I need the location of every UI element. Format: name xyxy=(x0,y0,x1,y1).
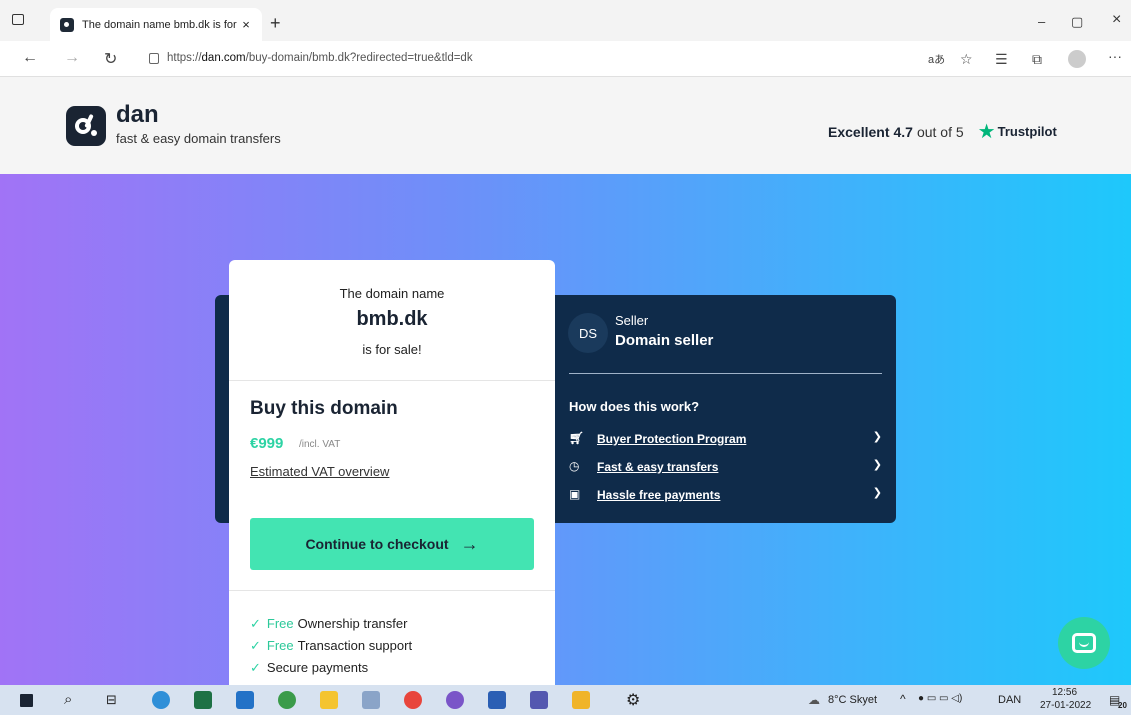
how-item-payments[interactable]: ▣ Hassle free payments ❯ xyxy=(569,487,882,505)
chevron-down-icon[interactable]: ❯ xyxy=(873,486,882,499)
more-menu-icon[interactable]: ··· xyxy=(1108,48,1122,64)
minimize-button[interactable]: – xyxy=(1038,14,1045,29)
site-header: dan fast & easy domain transfers Excelle… xyxy=(0,77,1131,174)
refresh-icon[interactable]: ↻ xyxy=(104,49,117,69)
checkout-label: Continue to checkout xyxy=(305,536,449,552)
divider xyxy=(229,380,555,381)
add-favorite-icon[interactable]: ☆ xyxy=(960,51,973,68)
settings-gear-icon[interactable]: ⚙ xyxy=(626,690,640,710)
chevron-down-icon[interactable]: ❯ xyxy=(873,458,882,471)
how-item-label[interactable]: Buyer Protection Program xyxy=(597,432,746,446)
search-icon[interactable]: ⌕ xyxy=(64,691,72,708)
seller-avatar: DS xyxy=(568,313,608,353)
windows-start-icon[interactable] xyxy=(20,694,33,707)
restore-button[interactable]: ▢ xyxy=(1071,14,1083,30)
purchase-card: The domain name bmb.dk is for sale! Buy … xyxy=(229,260,555,685)
tray-chevron-icon[interactable]: ^ xyxy=(900,692,906,706)
seller-label: Seller xyxy=(615,313,649,328)
chat-bubble-icon xyxy=(1072,633,1096,653)
trust-out-of: out of 5 xyxy=(916,123,964,140)
url-prefix: https:// xyxy=(167,52,202,64)
back-arrow-icon[interactable]: ← xyxy=(22,49,38,67)
web-page: dan fast & easy domain transfers Excelle… xyxy=(0,77,1131,685)
arrow-right-icon: → xyxy=(460,533,479,554)
clock-icon: ◷ xyxy=(569,459,580,473)
url-field[interactable]: https://dan.com/buy-domain/bmb.dk?redire… xyxy=(145,45,945,71)
task-view-icon[interactable]: ⊟ xyxy=(106,692,117,708)
teams-icon[interactable] xyxy=(530,691,548,709)
chevron-down-icon[interactable]: ❯ xyxy=(873,430,882,443)
chrome-icon[interactable] xyxy=(404,691,422,709)
how-it-works-title: How does this work? xyxy=(569,399,700,414)
snipping-tool-icon[interactable] xyxy=(362,691,380,709)
outlook-icon[interactable] xyxy=(236,691,254,709)
tab-actions-icon[interactable] xyxy=(12,14,24,25)
windows-taskbar: ⌕ ⊟ ⚙ ☁ 8°C Skyet ^ ● ▭ ▭ ◁) DAN 12:56 2… xyxy=(0,685,1131,715)
cart-icon: 🛒︎ xyxy=(569,431,585,445)
for-sale-text: is for sale! xyxy=(362,342,422,357)
feature-item: ✓ Secure payments xyxy=(250,660,369,675)
feature-item: ✓ Free Transaction support xyxy=(250,638,413,653)
domain-name: bmb.dk xyxy=(356,308,428,330)
brand-tagline: fast & easy domain transfers xyxy=(116,131,281,146)
buy-title: Buy this domain xyxy=(250,398,398,419)
checkout-button[interactable]: Continue to checkout → xyxy=(250,518,534,570)
how-item-label[interactable]: Hassle free payments xyxy=(597,488,720,502)
finance-app-icon[interactable] xyxy=(278,691,296,709)
new-tab-button[interactable]: + xyxy=(270,13,281,34)
vat-overview-link[interactable]: Estimated VAT overview xyxy=(250,464,389,479)
profile-avatar[interactable] xyxy=(1068,50,1086,68)
dan-favicon-icon xyxy=(60,17,74,32)
vat-note: /incl. VAT xyxy=(299,439,341,450)
clock-time[interactable]: 12:56 xyxy=(1052,687,1077,698)
tab-close-icon[interactable]: × xyxy=(238,17,254,32)
check-icon: ✓ xyxy=(250,616,261,631)
browser-tab-bar: The domain name bmb.dk is for × + – ▢ × xyxy=(0,0,1131,41)
how-item-buyer-protection[interactable]: 🛒︎ Buyer Protection Program ❯ xyxy=(569,431,882,449)
dan-logo-icon[interactable] xyxy=(66,106,106,146)
file-explorer-icon[interactable] xyxy=(572,691,590,709)
brand-name[interactable]: dan xyxy=(116,101,159,129)
clock-date[interactable]: 27-01-2022 xyxy=(1040,700,1091,711)
address-toolbar: ← → ↻ https://dan.com/buy-domain/bmb.dk?… xyxy=(0,41,1131,77)
url-path: /buy-domain/bmb.dk?redirected=true&tld=d… xyxy=(245,52,473,64)
forward-arrow-icon[interactable]: → xyxy=(64,49,80,67)
check-icon: ✓ xyxy=(250,638,261,653)
weather-text[interactable]: 8°C Skyet xyxy=(828,694,877,706)
notification-count: 20 xyxy=(1118,701,1127,710)
browser-tab[interactable]: The domain name bmb.dk is for × xyxy=(50,8,262,41)
how-item-fast-transfers[interactable]: ◷ Fast & easy transfers ❯ xyxy=(569,459,882,477)
trustpilot-rating[interactable]: Excellent 4.7 out of 5 ★ Trustpilot xyxy=(828,119,1057,144)
trustpilot-brand: Trustpilot xyxy=(997,124,1057,139)
divider xyxy=(569,373,882,374)
payment-icon: ▣ xyxy=(569,487,581,501)
window-close-button[interactable]: × xyxy=(1112,11,1121,29)
feature-item: ✓ Free Ownership transfer xyxy=(250,616,408,631)
read-aloud-icon[interactable]: aあ xyxy=(928,51,945,67)
tab-title: The domain name bmb.dk is for xyxy=(82,18,237,31)
collections-icon[interactable]: ⧉ xyxy=(1032,51,1042,68)
chat-button[interactable] xyxy=(1058,617,1110,669)
language-indicator[interactable]: DAN xyxy=(998,694,1021,706)
lock-icon xyxy=(149,52,159,64)
tray-icons[interactable]: ● ▭ ▭ ◁) xyxy=(918,693,962,704)
trust-score: 4.7 xyxy=(893,123,913,140)
divider xyxy=(229,590,555,591)
trust-excellent: Excellent xyxy=(828,123,890,140)
check-icon: ✓ xyxy=(250,660,261,675)
trustpilot-star-icon: ★ xyxy=(977,121,996,143)
word-icon[interactable] xyxy=(488,691,506,709)
weather-cloud-icon[interactable]: ☁ xyxy=(808,693,820,707)
price: €999 xyxy=(250,435,284,452)
app-icon[interactable] xyxy=(446,691,464,709)
edge-icon[interactable] xyxy=(152,691,170,709)
excel-icon[interactable] xyxy=(194,691,212,709)
favorites-icon[interactable]: ☰ xyxy=(995,51,1008,68)
domain-intro: The domain name xyxy=(339,286,445,301)
url-host: dan.com xyxy=(201,52,246,64)
how-item-label[interactable]: Fast & easy transfers xyxy=(597,460,718,474)
seller-name: Domain seller xyxy=(615,332,714,349)
sticky-notes-icon[interactable] xyxy=(320,691,338,709)
